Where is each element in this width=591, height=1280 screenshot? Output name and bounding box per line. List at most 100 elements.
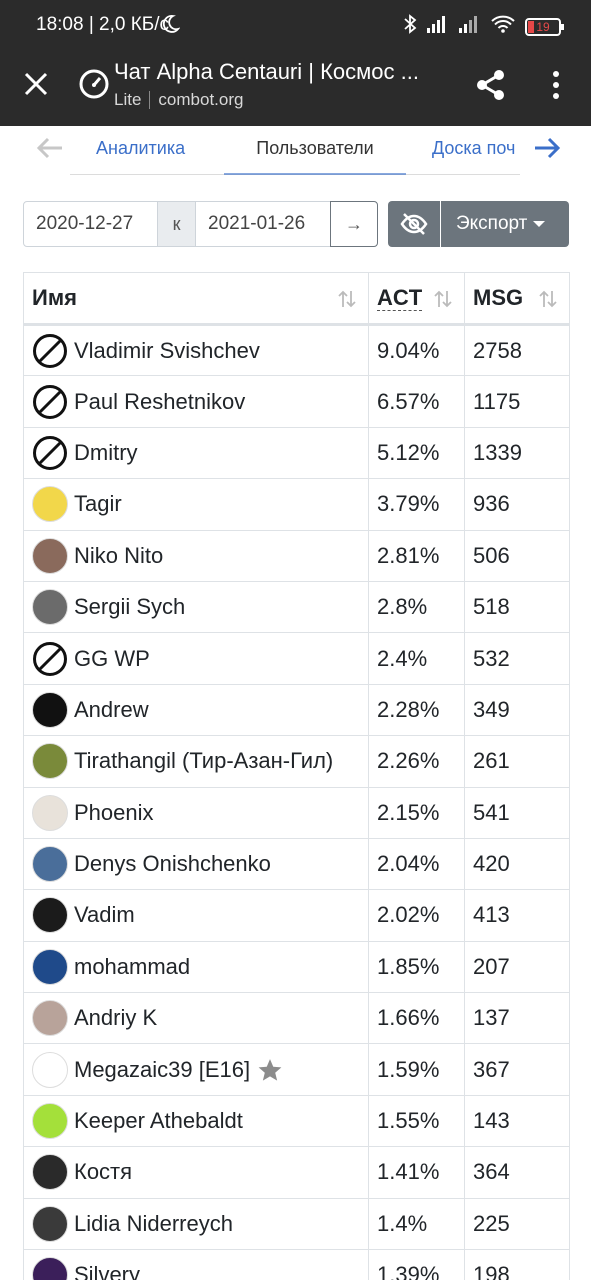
no-avatar-icon (32, 640, 68, 677)
avatar (32, 1103, 68, 1140)
user-name-cell: Silvery (23, 1249, 369, 1280)
user-name-cell: Lidia Niderreych (23, 1197, 369, 1251)
table-row[interactable]: Andrew 2.28% 349 (23, 683, 570, 737)
sort-icon (338, 289, 356, 309)
date-to-input[interactable]: 2021-01-26 (195, 201, 331, 247)
user-name[interactable]: Sergii Sych (74, 594, 185, 620)
table-row[interactable]: Костя 1.41% 364 (23, 1146, 570, 1199)
wifi-icon (491, 15, 515, 38)
user-name[interactable]: GG WP (74, 646, 150, 672)
user-name[interactable]: Vadim (74, 902, 135, 928)
user-name[interactable]: Andriy K (74, 1005, 157, 1031)
status-time: 18:08 | 2,0 КБ/с (36, 14, 170, 35)
domain-label: combot.org (158, 90, 244, 109)
table-row[interactable]: Niko Nito 2.81% 506 (23, 529, 570, 582)
table-row[interactable]: Denys Onishchenko 2.04% 420 (23, 837, 570, 891)
column-header-act[interactable]: ACT (368, 272, 465, 326)
act-cell: 2.15% (368, 786, 465, 839)
hide-button[interactable] (388, 201, 440, 247)
avatar (32, 1000, 68, 1037)
user-name[interactable]: Megazaic39 [E16] (74, 1057, 250, 1083)
signal-icon (427, 15, 449, 38)
close-icon[interactable] (20, 68, 52, 100)
table-row[interactable]: Vladimir Svishchev 9.04% 2758 (23, 323, 570, 377)
user-name-cell: Andriy K (23, 992, 369, 1045)
avatar (32, 1154, 68, 1191)
arrow-left-icon[interactable] (36, 136, 64, 160)
user-name-cell: Andrew (23, 683, 369, 737)
table-row[interactable]: GG WP 2.4% 532 (23, 632, 570, 685)
user-name[interactable]: Tirathangil (Тир-Азан-Гил) (74, 748, 333, 774)
user-name[interactable]: Vladimir Svishchev (74, 338, 260, 364)
msg-cell: 936 (464, 478, 570, 531)
caret-down-icon (533, 220, 546, 227)
avatar (32, 794, 68, 831)
act-cell: 1.59% (368, 1043, 465, 1096)
apply-date-button[interactable]: → (330, 201, 378, 247)
table-row[interactable]: Keeper Athebaldt 1.55% 143 (23, 1094, 570, 1148)
date-filter: 2020-12-27 к 2021-01-26 → (23, 201, 378, 247)
column-header-name[interactable]: Имя (23, 272, 369, 326)
user-name[interactable]: Lidia Niderreych (74, 1211, 233, 1237)
more-menu-icon[interactable] (545, 68, 567, 102)
msg-cell: 2758 (464, 323, 570, 377)
export-label: Экспорт (456, 213, 528, 234)
avatar (32, 846, 68, 883)
table-row[interactable]: Phoenix 2.15% 541 (23, 786, 570, 839)
user-name[interactable]: Andrew (74, 697, 149, 723)
user-name[interactable]: Костя (74, 1159, 132, 1185)
table-row[interactable]: Tirathangil (Тир-Азан-Гил) 2.26% 261 (23, 735, 570, 788)
user-name-cell: Костя (23, 1146, 369, 1199)
avatar (32, 1205, 68, 1242)
page-title: Чат Alpha Centauri | Космос ... (114, 59, 419, 84)
user-name[interactable]: Keeper Athebaldt (74, 1108, 243, 1134)
export-button[interactable]: Экспорт (441, 201, 569, 247)
user-name-cell: Tirathangil (Тир-Азан-Гил) (23, 735, 369, 788)
user-name-cell: Keeper Athebaldt (23, 1094, 369, 1148)
user-name[interactable]: Silvery (74, 1262, 140, 1280)
tab-analytics[interactable]: Аналитика (96, 138, 185, 159)
msg-cell: 532 (464, 632, 570, 685)
avatar (32, 743, 68, 780)
avatar (32, 1257, 68, 1280)
act-cell: 1.66% (368, 992, 465, 1045)
lite-mode-icon[interactable] (78, 68, 110, 100)
user-name-cell: Paul Reshetnikov (23, 375, 369, 428)
tab-users[interactable]: Пользователи (224, 138, 406, 159)
to-label: к (158, 201, 195, 247)
tab-board[interactable]: Доска поч (432, 138, 522, 159)
avatar (32, 691, 68, 728)
user-name[interactable]: mohammad (74, 954, 190, 980)
user-name[interactable]: Niko Nito (74, 543, 163, 569)
table-row[interactable]: Silvery 1.39% 198 (23, 1249, 570, 1280)
browser-header: Чат Alpha Centauri | Космос ... Lite com… (0, 50, 591, 126)
user-name[interactable]: Tagir (74, 491, 122, 517)
act-cell: 5.12% (368, 426, 465, 480)
table-row[interactable]: Tagir 3.79% 936 (23, 478, 570, 531)
date-from-input[interactable]: 2020-12-27 (23, 201, 158, 247)
table-row[interactable]: mohammad 1.85% 207 (23, 940, 570, 994)
user-name-cell: Vadim (23, 889, 369, 942)
msg-cell: 518 (464, 580, 570, 634)
share-icon[interactable] (474, 68, 508, 102)
user-name[interactable]: Phoenix (74, 800, 154, 826)
table-row[interactable]: Sergii Sych 2.8% 518 (23, 580, 570, 634)
table-row[interactable]: Dmitry 5.12% 1339 (23, 426, 570, 480)
msg-cell: 137 (464, 992, 570, 1045)
user-name[interactable]: Denys Onishchenko (74, 851, 271, 877)
table-row[interactable]: Megazaic39 [E16] 1.59% 367 (23, 1043, 570, 1096)
lite-label: Lite (114, 90, 142, 109)
user-name[interactable]: Dmitry (74, 440, 138, 466)
avatar (32, 897, 68, 934)
arrow-right-icon[interactable] (533, 136, 561, 160)
table-row[interactable]: Lidia Niderreych 1.4% 225 (23, 1197, 570, 1251)
user-name-cell: mohammad (23, 940, 369, 994)
page-subtitle: Lite combot.org (114, 90, 243, 110)
table-row[interactable]: Paul Reshetnikov 6.57% 1175 (23, 375, 570, 428)
act-cell: 2.02% (368, 889, 465, 942)
table-row[interactable]: Andriy K 1.66% 137 (23, 992, 570, 1045)
column-header-msg[interactable]: MSG (464, 272, 570, 326)
user-name[interactable]: Paul Reshetnikov (74, 389, 245, 415)
table-row[interactable]: Vadim 2.02% 413 (23, 889, 570, 942)
msg-cell: 1175 (464, 375, 570, 428)
